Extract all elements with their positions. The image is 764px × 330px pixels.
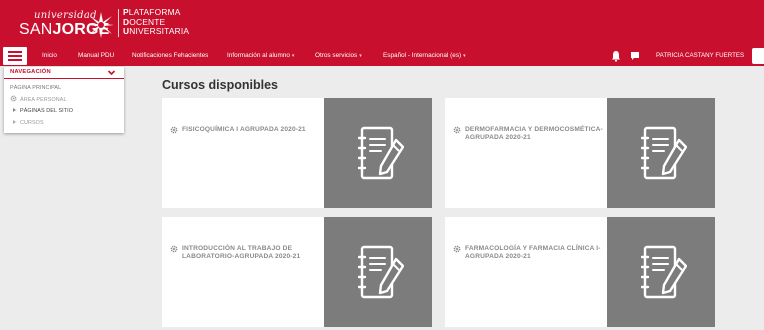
course-name[interactable]: INTRODUCCIÓN AL TRABAJO DE LABORATORIO-A… <box>170 245 340 261</box>
course-card[interactable]: FISICOQUÍMICA I AGRUPADA 2020-21 <box>162 98 432 208</box>
course-name[interactable]: DERMOFARMACIA Y DERMOCOSMÉTICA-AGRUPADA … <box>453 126 623 142</box>
notebook-pencil-icon <box>358 126 404 180</box>
course-name[interactable]: FISICOQUÍMICA I AGRUPADA 2020-21 <box>170 126 340 134</box>
chevron-down-icon: ▾ <box>463 53 466 59</box>
navigation-block: NAVEGACIÓN PÁGINA PRINCIPAL ÁREA PERSONA… <box>4 67 124 133</box>
menu-icon[interactable] <box>3 47 27 65</box>
notebook-pencil-icon <box>641 245 687 299</box>
course-icon <box>453 126 461 134</box>
chevron-down-icon[interactable] <box>107 68 116 77</box>
gear-icon <box>10 95 17 102</box>
notebook-pencil-icon <box>358 245 404 299</box>
chevron-down-icon: ▾ <box>359 53 362 59</box>
course-image[interactable] <box>324 217 432 327</box>
navigation-title: NAVEGACIÓN <box>10 69 51 75</box>
nav-item-notificaciones[interactable]: Notificaciones Fehacientes <box>132 52 208 59</box>
course-name[interactable]: FARMACOLOGÍA Y FARMACIA CLÍNICA I-AGRUPA… <box>453 245 623 261</box>
chevron-down-icon: ▾ <box>291 53 295 59</box>
course-image[interactable] <box>607 217 715 327</box>
course-card[interactable]: INTRODUCCIÓN AL TRABAJO DE LABORATORIO-A… <box>162 217 432 327</box>
bell-icon[interactable] <box>611 50 621 62</box>
platform-title: PLATAFORMA DOCENTE UNIVERSITARIA <box>123 7 190 36</box>
nav-item-otros-servicios[interactable]: Otros servicios ▾ <box>315 52 362 59</box>
course-icon <box>170 126 178 134</box>
sidebar-item-area-personal[interactable]: ÁREA PERSONAL <box>10 95 67 103</box>
user-name[interactable]: PATRICIA CASTANY FUERTES <box>656 52 744 59</box>
chat-icon[interactable] <box>630 51 640 61</box>
course-card[interactable]: FARMACOLOGÍA Y FARMACIA CLÍNICA I-AGRUPA… <box>445 217 715 327</box>
sidebar-item-cursos[interactable]: CURSOS <box>13 120 44 126</box>
triangle-icon <box>13 108 16 112</box>
triangle-icon <box>13 120 16 124</box>
site-header: universidad SANJORGE PLATAFORMA DOCENTE … <box>0 0 764 46</box>
sidebar-item-paginas-sitio[interactable]: PÁGINAS DEL SITIO <box>13 108 73 114</box>
nav-item-informacion-alumno[interactable]: Información al alumno ▾ <box>227 52 294 59</box>
main-navbar: Inicio Manual PDU Notificaciones Fehacie… <box>0 46 764 66</box>
course-icon <box>453 245 461 253</box>
logo-separator <box>118 9 119 37</box>
search-icon[interactable] <box>752 48 764 64</box>
course-card[interactable]: DERMOFARMACIA Y DERMOCOSMÉTICA-AGRUPADA … <box>445 98 715 208</box>
navigation-block-header[interactable]: NAVEGACIÓN <box>4 67 124 79</box>
course-image[interactable] <box>607 98 715 208</box>
nav-item-idioma[interactable]: Español - Internacional (es) ▾ <box>383 52 466 59</box>
sidebar-item-pagina-principal[interactable]: PÁGINA PRINCIPAL <box>10 85 61 91</box>
course-icon <box>170 245 178 253</box>
nav-item-manual-pdu[interactable]: Manual PDU <box>78 52 114 59</box>
course-image[interactable] <box>324 98 432 208</box>
university-logo-icon <box>88 12 114 38</box>
nav-item-inicio[interactable]: Inicio <box>42 52 57 59</box>
notebook-pencil-icon <box>641 126 687 180</box>
page-title: Cursos disponibles <box>162 78 278 92</box>
